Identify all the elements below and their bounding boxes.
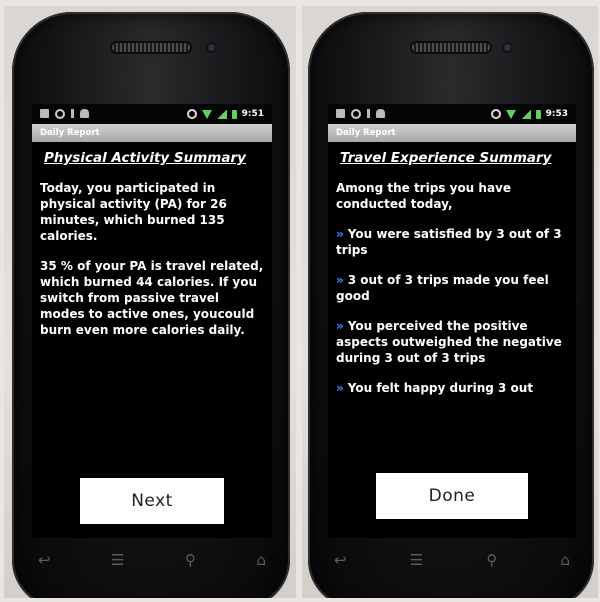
signal-icon	[216, 109, 227, 119]
wifi-icon	[201, 109, 212, 119]
report-content: Physical Activity Summary Today, you par…	[32, 142, 272, 338]
menu-icon[interactable]: ☰	[111, 550, 124, 570]
voicemail-icon	[55, 109, 65, 119]
status-bar: 9:53	[328, 104, 576, 124]
hardware-nav-bar: ↩ ☰ ⚲ ⌂	[334, 550, 570, 570]
page-title: Physical Activity Summary	[44, 150, 246, 166]
list-item-text: You felt happy during 3 out	[347, 381, 534, 395]
intro-paragraph: Among the trips you have conducted today…	[336, 181, 512, 211]
chevron-right-icon: »	[336, 381, 344, 395]
phone-screen: 9:53 Daily Report Travel Experience Summ…	[328, 104, 576, 538]
list-item: » You were satisfied by 3 out of 3 trips	[336, 226, 568, 258]
android-debug-icon	[376, 109, 385, 118]
earpiece-speaker	[412, 43, 490, 52]
next-button[interactable]: Next	[80, 478, 224, 524]
search-icon[interactable]: ⚲	[185, 550, 196, 570]
page-title: Travel Experience Summary	[340, 150, 552, 166]
hardware-nav-bar: ↩ ☰ ⚲ ⌂	[38, 550, 266, 570]
signal-icon	[520, 109, 531, 119]
photo-left-phone: 9:51 Daily Report Physical Activity Summ…	[4, 6, 296, 598]
chevron-right-icon: »	[336, 273, 344, 287]
app-title-bar: Daily Report	[32, 124, 272, 142]
list-item: » 3 out of 3 trips made you feel good	[336, 272, 568, 304]
back-icon[interactable]: ↩	[334, 550, 347, 570]
done-button[interactable]: Done	[376, 473, 528, 519]
home-icon[interactable]: ⌂	[560, 550, 570, 570]
gps-icon	[490, 109, 501, 119]
notification-icon	[336, 109, 345, 118]
report-content: Travel Experience Summary Among the trip…	[328, 142, 576, 396]
battery-icon	[535, 109, 541, 119]
home-icon[interactable]: ⌂	[256, 550, 266, 570]
photo-right-phone: 9:53 Daily Report Travel Experience Summ…	[302, 6, 598, 598]
back-icon[interactable]: ↩	[38, 550, 51, 570]
earpiece-speaker	[112, 43, 190, 52]
list-item-text: 3 out of 3 trips made you feel good	[336, 273, 549, 303]
front-camera	[208, 44, 215, 51]
battery-icon	[231, 109, 237, 119]
list-item-text: You were satisfied by 3 out of 3 trips	[336, 227, 562, 257]
status-clock: 9:51	[241, 109, 264, 119]
summary-paragraph: Today, you participated in physical acti…	[40, 181, 227, 243]
summary-paragraph: 35 % of your PA is travel related, which…	[40, 259, 264, 337]
list-item: » You perceived the positive aspects outw…	[336, 318, 568, 366]
menu-icon[interactable]: ☰	[410, 550, 423, 570]
app-title-bar: Daily Report	[328, 124, 576, 142]
usb-icon	[71, 109, 74, 118]
android-debug-icon	[80, 109, 89, 118]
status-clock: 9:53	[545, 109, 568, 119]
front-camera	[504, 44, 511, 51]
search-icon[interactable]: ⚲	[486, 550, 497, 570]
chevron-right-icon: »	[336, 227, 344, 241]
phone-body: 9:53 Daily Report Travel Experience Summ…	[308, 12, 594, 598]
status-bar: 9:51	[32, 104, 272, 124]
list-item: » You felt happy during 3 out	[336, 380, 568, 396]
voicemail-icon	[351, 109, 361, 119]
chevron-right-icon: »	[336, 319, 344, 333]
notification-icon	[40, 109, 49, 118]
list-item-text: You perceived the positive aspects outwe…	[336, 319, 562, 365]
gps-icon	[186, 109, 197, 119]
phone-screen: 9:51 Daily Report Physical Activity Summ…	[32, 104, 272, 538]
phone-body: 9:51 Daily Report Physical Activity Summ…	[12, 12, 290, 598]
usb-icon	[367, 109, 370, 118]
wifi-icon	[505, 109, 516, 119]
